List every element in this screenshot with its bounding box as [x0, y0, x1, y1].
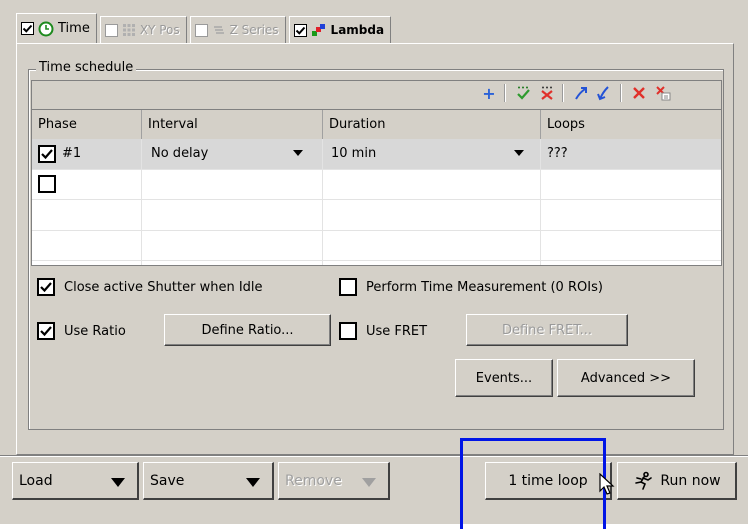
tab-time-label: Time: [58, 21, 90, 36]
remove-label: Remove: [285, 472, 342, 489]
remove-button[interactable]: Remove: [278, 462, 390, 500]
column-header-duration[interactable]: Duration: [323, 110, 541, 139]
chevron-down-icon: [362, 478, 376, 487]
use-fret-option[interactable]: Use FRET: [339, 322, 427, 340]
selection-highlight: [460, 438, 606, 529]
time-schedule-title: Time schedule: [36, 60, 137, 75]
insert-icon[interactable]: [592, 82, 614, 104]
use-ratio-label: Use Ratio: [64, 323, 126, 339]
phase-label: #1: [62, 146, 82, 161]
add-icon[interactable]: +: [478, 82, 500, 104]
toolbar-separator: [504, 84, 506, 102]
mouse-cursor-icon: [599, 473, 615, 495]
events-button[interactable]: Events...: [455, 359, 553, 397]
close-shutter-option[interactable]: Close active Shutter when Idle: [37, 278, 263, 296]
define-fret-button[interactable]: Define FRET...: [466, 314, 628, 346]
interval-cell[interactable]: [142, 169, 323, 199]
column-header-interval[interactable]: Interval: [142, 110, 323, 139]
use-fret-label: Use FRET: [366, 323, 428, 339]
advanced-button[interactable]: Advanced >>: [557, 359, 695, 397]
define-ratio-button[interactable]: Define Ratio...: [164, 314, 331, 346]
column-header-loops[interactable]: Loops: [541, 110, 721, 139]
delete-rows-icon[interactable]: [536, 82, 558, 104]
schedule-table: Phase Interval Duration Loops #1 No dela…: [31, 109, 722, 266]
loops-cell[interactable]: [541, 169, 721, 199]
chevron-down-icon[interactable]: [291, 146, 305, 160]
grid-icon: [122, 24, 135, 36]
tab-lambda-checkbox[interactable]: [293, 23, 307, 37]
tab-z-series[interactable]: Z Series: [189, 16, 286, 43]
table-row[interactable]: #1 No delay 10 min ???: [32, 139, 721, 170]
chevron-down-icon[interactable]: [512, 146, 526, 160]
save-button[interactable]: Save: [143, 462, 274, 500]
toolbar-separator: [562, 84, 564, 102]
load-label: Load: [19, 472, 53, 489]
stack-icon: [213, 26, 224, 34]
interval-cell[interactable]: No delay: [142, 139, 323, 169]
time-measurement-label: Perform Time Measurement (0 ROIs): [366, 279, 603, 295]
tab-strip: Time XY Pos Z Series Lambda: [16, 13, 394, 44]
tab-time[interactable]: Time: [16, 13, 97, 43]
schedule-toolbar: [31, 80, 722, 110]
run-now-label: Run now: [660, 472, 721, 489]
clock-icon: [38, 21, 54, 36]
use-ratio-checkbox[interactable]: [37, 322, 55, 340]
duration-cell[interactable]: [323, 169, 541, 199]
tab-xy-pos[interactable]: XY Pos: [99, 16, 187, 43]
tab-time-checkbox[interactable]: [21, 22, 34, 35]
tab-z-series-label: Z Series: [229, 23, 279, 37]
duration-cell[interactable]: 10 min: [323, 139, 541, 169]
toolbar-separator: [620, 84, 622, 102]
table-row: [32, 200, 721, 231]
tab-xy-pos-checkbox[interactable]: [104, 23, 118, 37]
run-now-button[interactable]: Run now: [617, 462, 737, 500]
remove-icon[interactable]: [628, 82, 650, 104]
table-row: [32, 260, 721, 265]
column-header-phase[interactable]: Phase: [32, 110, 142, 139]
bottom-divider: [0, 455, 748, 457]
table-row: [32, 230, 721, 261]
close-shutter-checkbox[interactable]: [37, 278, 55, 296]
move-down-icon[interactable]: [512, 82, 534, 104]
phase-cell: [32, 169, 142, 199]
table-row[interactable]: [32, 169, 721, 200]
phase-cell: #1: [32, 139, 142, 169]
use-ratio-option[interactable]: Use Ratio: [37, 322, 126, 340]
runner-icon: [635, 471, 653, 490]
save-label: Save: [150, 472, 185, 489]
phase-checkbox[interactable]: [38, 145, 56, 163]
tab-lambda-label: Lambda: [330, 23, 385, 37]
chevron-down-icon: [111, 478, 125, 487]
interval-value: No delay: [151, 146, 209, 161]
loops-cell[interactable]: ???: [541, 139, 721, 169]
loops-value: ???: [547, 146, 568, 161]
chevron-down-icon: [246, 478, 260, 487]
phase-checkbox[interactable]: [38, 175, 56, 193]
move-up-icon[interactable]: [570, 82, 592, 104]
tab-lambda[interactable]: Lambda: [288, 16, 392, 43]
close-shutter-label: Close active Shutter when Idle: [64, 279, 263, 295]
time-measurement-option[interactable]: Perform Time Measurement (0 ROIs): [339, 278, 603, 296]
tab-xy-pos-label: XY Pos: [139, 23, 180, 37]
experiment-window: Time XY Pos Z Series Lambda Time schedul…: [0, 0, 748, 529]
table-header: Phase Interval Duration Loops: [32, 109, 721, 139]
use-fret-checkbox[interactable]: [339, 322, 357, 340]
duration-value: 10 min: [331, 146, 377, 161]
time-measurement-checkbox[interactable]: [339, 278, 357, 296]
tab-z-series-checkbox[interactable]: [194, 23, 208, 37]
lambda-icon: [311, 24, 325, 36]
clear-icon[interactable]: [652, 82, 674, 104]
load-button[interactable]: Load: [12, 462, 139, 500]
